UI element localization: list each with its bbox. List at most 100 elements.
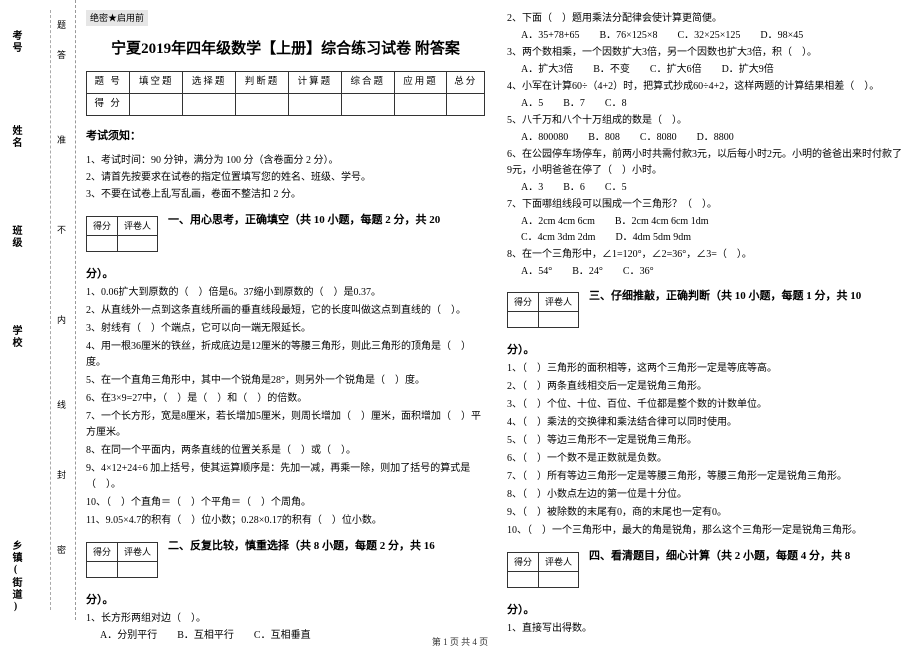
binding-warn-xian: 线 — [55, 400, 68, 415]
q2-3-a: A．扩大3倍 — [521, 62, 573, 78]
q2-2-d: D．98×45 — [760, 28, 803, 44]
scorer-cell[interactable] — [118, 562, 158, 578]
scorer-l1: 评卷人 — [118, 542, 158, 561]
q1-2: 2、从直线外一点到这条直线所画的垂直线段最短，它的长度叫做这点到直线的（ ）。 — [86, 303, 485, 319]
score-h7: 总分 — [447, 72, 485, 94]
section-2-title: 二、反复比较，慎重选择（共 8 小题，每题 2 分，共 16 — [168, 540, 435, 552]
scorer-box-4: 得分评卷人 — [507, 552, 579, 588]
scorer-l1: 评卷人 — [118, 216, 158, 235]
binding-margin: 考号 答 题 姓名 准 班级 不 内 学校 线 封 乡镇(街道) 密 — [0, 0, 76, 620]
q3-8: 8、（ ）小数点左边的第一位是十分位。 — [507, 487, 906, 503]
q2-2-c: C．32×25×125 — [677, 28, 740, 44]
section-3-title: 三、仔细推敲，正确判断（共 10 小题，每题 1 分，共 10 — [589, 290, 861, 302]
scorer-cell[interactable] — [508, 572, 539, 588]
q2-2-stem: 2、下面（ ）题用乘法分配律会使计算更简便。 — [507, 11, 906, 27]
binding-field-town: 乡镇(街道) — [8, 540, 23, 614]
q2-3-d: D．扩大9倍 — [722, 62, 774, 78]
score-h0: 题 号 — [87, 72, 130, 94]
score-h2: 选择题 — [183, 72, 236, 94]
section-4-tail: 分）。 — [507, 602, 906, 620]
notice-3: 3、不要在试卷上乱写乱画，卷面不整洁扣 2 分。 — [86, 187, 485, 203]
q2-2-a: A．35+78+65 — [521, 28, 580, 44]
q2-8-b: B．24° — [572, 264, 603, 280]
binding-field-name: 姓名 — [8, 125, 23, 149]
q1-7: 7、一个长方形，宽是8厘米，若长增加5厘米，则周长增加（ ）厘米，面积增加（ ）… — [86, 409, 485, 441]
q1-9: 9、4×12+24÷6 加上括号，使其运算顺序是：先加一减，再乘一除，则加了括号… — [86, 461, 485, 493]
page-title: 宁夏2019年四年级数学【上册】综合练习试卷 附答案 — [86, 37, 485, 61]
scorer-cell[interactable] — [87, 236, 118, 252]
q2-8-c: C．36° — [623, 264, 654, 280]
q1-10: 10、（ ）个直角＝（ ）个平角＝（ ）个周角。 — [86, 495, 485, 511]
q1-1: 1、0.06扩大到原数的（ ）倍是6。37缩小到原数的（ ）是0.37。 — [86, 285, 485, 301]
binding-warn-bu: 不 — [55, 225, 68, 240]
q2-3-c: C．扩大6倍 — [650, 62, 702, 78]
section-3-tail: 分）。 — [507, 342, 906, 360]
binding-field-number: 考号 — [8, 30, 23, 54]
q1-3: 3、射线有（ ）个端点，它可以向一端无限延长。 — [86, 321, 485, 337]
q2-1-stem: 1、长方形两组对边（ ）。 — [86, 611, 485, 627]
q1-6: 6、在3×9=27中，（ ）是（ ）和（ ）的倍数。 — [86, 391, 485, 407]
section-1-title: 一、用心思考，正确填空（共 10 小题，每题 2 分，共 20 — [168, 214, 440, 226]
binding-warn-feng: 封 — [55, 470, 68, 485]
notice-head: 考试须知： — [86, 128, 485, 146]
score-h3: 判断题 — [236, 72, 289, 94]
binding-dash-line — [50, 10, 51, 610]
q2-7-b: B．2cm 4cm 6cm 1dm — [615, 214, 709, 230]
score-h5: 综合题 — [341, 72, 394, 94]
q2-5-c: C．8080 — [640, 130, 677, 146]
score-cell[interactable] — [447, 94, 485, 116]
score-cell[interactable] — [288, 94, 341, 116]
q3-1: 1、（ ）三角形的面积相等，这两个三角形一定是等底等高。 — [507, 361, 906, 377]
q1-5: 5、在一个直角三角形中，其中一个锐角是28°，则另外一个锐角是（ ）度。 — [86, 373, 485, 389]
q2-6-c: C．5 — [605, 180, 627, 196]
q2-6-b: B．6 — [563, 180, 585, 196]
q3-2: 2、（ ）两条直线相交后一定是锐角三角形。 — [507, 379, 906, 395]
q2-6-stem: 6、在公园停车场停车，前两小时共需付款3元，以后每小时2元。小明的爸爸出来时付款… — [507, 147, 906, 179]
notice-2: 2、请首先按要求在试卷的指定位置填写您的姓名、班级、学号。 — [86, 170, 485, 186]
q2-5-a: A．800080 — [521, 130, 568, 146]
q2-8-a: A．54° — [521, 264, 552, 280]
q1-11: 11、9.05×4.7的积有（ ）位小数；0.28×0.17的积有（ ）位小数。 — [86, 513, 485, 529]
q2-5-b: B．808 — [588, 130, 620, 146]
scorer-box-3: 得分评卷人 — [507, 292, 579, 328]
section-4-title: 四、看清题目，细心计算（共 2 小题，每题 4 分，共 8 — [589, 550, 850, 562]
q2-4-a: A．5 — [521, 96, 543, 112]
q2-5-stem: 5、八千万和八个十万组成的数是（ ）。 — [507, 113, 906, 129]
q2-7-a: A．2cm 4cm 6cm — [521, 214, 595, 230]
q2-4-c: C．8 — [605, 96, 627, 112]
score-h4: 计算题 — [288, 72, 341, 94]
q2-7-c: C．4cm 3dm 2dm — [521, 230, 595, 246]
score-cell[interactable] — [236, 94, 289, 116]
notice-1: 1、考试时间：90 分钟，满分为 100 分（含卷面分 2 分）。 — [86, 153, 485, 169]
q1-8: 8、在同一个平面内，两条直线的位置关系是（ ）或（ ）。 — [86, 443, 485, 459]
score-h6: 应用题 — [394, 72, 447, 94]
q2-6-a: A．3 — [521, 180, 543, 196]
q2-4-b: B．7 — [563, 96, 585, 112]
q3-5: 5、（ ）等边三角形不一定是锐角三角形。 — [507, 433, 906, 449]
section-2-tail: 分）。 — [86, 592, 485, 610]
score-cell[interactable] — [394, 94, 447, 116]
score-cell[interactable] — [130, 94, 183, 116]
scorer-l0: 得分 — [508, 552, 539, 571]
scorer-cell[interactable] — [508, 312, 539, 328]
binding-warn-answer: 答 — [55, 50, 68, 65]
score-cell[interactable] — [341, 94, 394, 116]
binding-field-school: 学校 — [8, 325, 23, 349]
scorer-cell[interactable] — [118, 236, 158, 252]
left-column: 绝密★启用前 宁夏2019年四年级数学【上册】综合练习试卷 附答案 题 号 填空… — [86, 10, 485, 620]
binding-field-class: 班级 — [8, 225, 23, 249]
score-cell[interactable] — [183, 94, 236, 116]
right-column: 2、下面（ ）题用乘法分配律会使计算更简便。 A．35+78+65 B．76×1… — [507, 10, 906, 620]
q3-4: 4、（ ）乘法的交换律和乘法结合律可以同时使用。 — [507, 415, 906, 431]
scorer-cell[interactable] — [87, 562, 118, 578]
binding-warn-mi: 密 — [55, 545, 68, 560]
q2-5-d: D．8800 — [697, 130, 734, 146]
q3-7: 7、（ ）所有等边三角形一定是等腰三角形，等腰三角形一定是锐角三角形。 — [507, 469, 906, 485]
q3-6: 6、（ ）一个数不是正数就是负数。 — [507, 451, 906, 467]
q1-4: 4、用一根36厘米的铁丝，折成底边是12厘米的等腰三角形，则此三角形的顶角是（ … — [86, 339, 485, 371]
scorer-l0: 得分 — [87, 542, 118, 561]
scorer-cell[interactable] — [539, 572, 579, 588]
scorer-cell[interactable] — [539, 312, 579, 328]
binding-warn-ti: 题 — [55, 20, 68, 35]
page-footer: 第 1 页 共 4 页 — [0, 635, 920, 648]
